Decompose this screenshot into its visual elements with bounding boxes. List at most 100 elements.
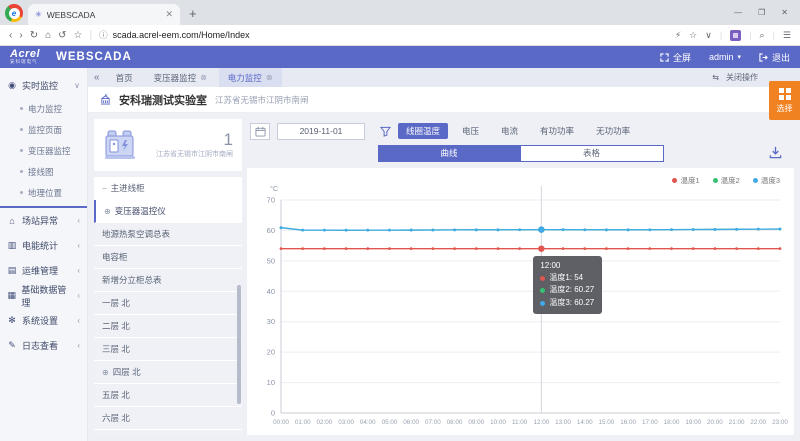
sidebar-item[interactable]: ✎日志查看‹ — [0, 333, 87, 358]
sidebar-item[interactable]: ⌂场站异常‹ — [0, 208, 87, 233]
tree-item[interactable]: 一层 南 — [94, 430, 242, 435]
select-station-button[interactable]: 选择 — [769, 81, 800, 120]
station-card[interactable]: 1 江苏省无锡市江阴市南闸 — [94, 119, 242, 171]
chevron-down-icon[interactable]: ∨ — [705, 30, 712, 41]
window-close-button[interactable]: ✕ — [781, 8, 788, 17]
date-input[interactable]: 2019-11-01 — [277, 123, 365, 140]
close-tab-icon[interactable]: ⊗ — [200, 73, 207, 82]
menu-icon[interactable]: ☰ — [783, 30, 791, 41]
bullet-icon — [20, 149, 23, 152]
sidebar-subitem[interactable]: 地理位置 — [0, 182, 87, 203]
svg-text:12:00: 12:00 — [533, 419, 549, 426]
param-button[interactable]: 无功功率 — [588, 123, 638, 139]
extension-icon[interactable] — [730, 30, 741, 41]
divider: | — [720, 30, 722, 40]
divider: | — [773, 30, 775, 40]
doc-tab[interactable]: 首页 — [107, 68, 142, 87]
view-toggle-button[interactable]: 曲线 — [378, 145, 521, 162]
param-button[interactable]: 线圈温度 — [398, 123, 448, 139]
history-icon[interactable]: ↺ — [58, 30, 66, 41]
tab-title: WEBSCADA — [47, 10, 161, 20]
svg-text:°C: °C — [270, 185, 278, 193]
download-button[interactable] — [769, 146, 782, 162]
tree-item[interactable]: 二层 北 — [94, 315, 242, 338]
star-icon[interactable]: ☆ — [689, 30, 697, 41]
doc-tab[interactable]: 电力监控 ⊗ — [219, 68, 282, 87]
window-maximize-button[interactable]: ❐ — [758, 8, 765, 17]
tree-item[interactable]: 地源热泵空调总表 — [94, 223, 242, 246]
sidebar-item[interactable]: ✻系统设置‹ — [0, 308, 87, 333]
fullscreen-button[interactable]: 全屏 — [660, 51, 691, 64]
tree-item[interactable]: 三层 北 — [94, 338, 242, 361]
tree-group[interactable]: −主进线柜 — [94, 177, 242, 200]
station-building-icon — [100, 94, 111, 105]
legend-label: 温度2 — [721, 175, 740, 186]
tree-item[interactable]: 新增分立柜总表 — [94, 269, 242, 292]
download-icon — [769, 146, 782, 159]
svg-text:70: 70 — [267, 196, 275, 205]
tree-item-label: 一层 北 — [102, 297, 130, 309]
legend-dot-icon — [713, 178, 718, 183]
sidebar-item[interactable]: ▤运维管理‹ — [0, 258, 87, 283]
legend-item[interactable]: 温度2 — [713, 175, 740, 186]
chevron-down-icon: ▾ — [737, 53, 741, 61]
tree-item[interactable]: 五层 北 — [94, 384, 242, 407]
sidebar-item[interactable]: ▥电能统计‹ — [0, 233, 87, 258]
doc-tab-label: 变压器监控 — [154, 72, 197, 84]
tree-item[interactable]: 电容柜 — [94, 246, 242, 269]
param-button[interactable]: 电压 — [454, 123, 487, 139]
bullet-icon — [20, 170, 23, 173]
doc-tab[interactable]: 变压器监控⊗ — [145, 68, 216, 87]
station-alarm-icon: ⌂ — [7, 216, 17, 226]
sidebar-item[interactable]: ◉实时监控∨ — [0, 73, 87, 98]
chevron-left-icon: ‹ — [77, 241, 80, 250]
logout-button[interactable]: 退出 — [759, 51, 790, 64]
sidebar-item-label: 基础数据管理 — [21, 283, 72, 309]
view-toggle: 曲线表格 — [247, 143, 794, 164]
doc-tab-label: 电力监控 — [228, 72, 262, 84]
flash-icon[interactable]: ⚡ — [675, 30, 681, 41]
calendar-button[interactable] — [250, 123, 270, 140]
new-tab-button[interactable]: + — [189, 7, 197, 20]
sidebar-subitem[interactable]: 变压器监控 — [0, 140, 87, 161]
close-tab-icon[interactable]: ⊗ — [266, 73, 273, 82]
svg-text:03:00: 03:00 — [338, 419, 354, 426]
tree-scrollbar[interactable] — [237, 285, 241, 404]
browser-tab[interactable]: ✳ WEBSCADA ✕ — [28, 4, 180, 25]
legend-item[interactable]: 温度1 — [672, 175, 699, 186]
sidebar-item-label: 日志查看 — [22, 339, 58, 352]
line-chart[interactable]: 010203040506070°C00:0001:0002:0003:0004:… — [247, 168, 794, 435]
tab-favicon: ✳ — [35, 10, 42, 19]
tree-item[interactable]: ⊕四层 北 — [94, 361, 242, 384]
url-bar[interactable]: ⓘ scada.acrel-eem.com/Home/Index — [99, 29, 668, 41]
reload-icon[interactable]: ↻ — [30, 30, 38, 41]
back-icon[interactable]: ‹ — [9, 30, 12, 41]
tree-item[interactable]: 六层 北 — [94, 407, 242, 430]
legend-item[interactable]: 温度3 — [753, 175, 780, 186]
forward-icon[interactable]: › — [19, 30, 22, 41]
param-button[interactable]: 有功功率 — [532, 123, 582, 139]
bookmark-star-icon[interactable]: ☆ — [74, 30, 83, 41]
tab-scroll-icon[interactable]: ⇆ — [712, 73, 719, 82]
sidebar-subitem[interactable]: 电力监控 — [0, 98, 87, 119]
sidebar-subitem[interactable]: 监控页面 — [0, 119, 87, 140]
view-toggle-button[interactable]: 表格 — [521, 145, 664, 162]
tree-item[interactable]: ⊕变压器温控仪 — [94, 200, 242, 223]
param-button[interactable]: 电流 — [493, 123, 526, 139]
svg-text:07:00: 07:00 — [425, 419, 441, 426]
sidebar-item[interactable]: ▦基础数据管理‹ — [0, 283, 87, 308]
bullet-icon — [20, 107, 23, 110]
sidebar-subitem[interactable]: 接线图 — [0, 161, 87, 182]
close-operations-button[interactable]: 关闭操作 — [726, 72, 758, 83]
home-icon[interactable]: ⌂ — [45, 30, 51, 41]
user-menu[interactable]: admin ▾ — [709, 52, 741, 62]
base-data-icon: ▦ — [7, 290, 16, 301]
window-minimize-button[interactable]: — — [734, 8, 742, 17]
site-info-icon[interactable]: ⓘ — [99, 29, 108, 41]
collapse-tabs-icon[interactable]: « — [94, 72, 100, 83]
tab-close-icon[interactable]: ✕ — [165, 9, 173, 20]
tree-item[interactable]: 一层 北 — [94, 292, 242, 315]
search-icon[interactable]: ⌕ — [760, 30, 765, 41]
browser-tabstrip: e ✳ WEBSCADA ✕ + — ❐ ✕ — [0, 0, 800, 25]
browser-addressbar: ‹ › ↻ ⌂ ↺ ☆ | ⓘ scada.acrel-eem.com/Home… — [0, 25, 800, 46]
